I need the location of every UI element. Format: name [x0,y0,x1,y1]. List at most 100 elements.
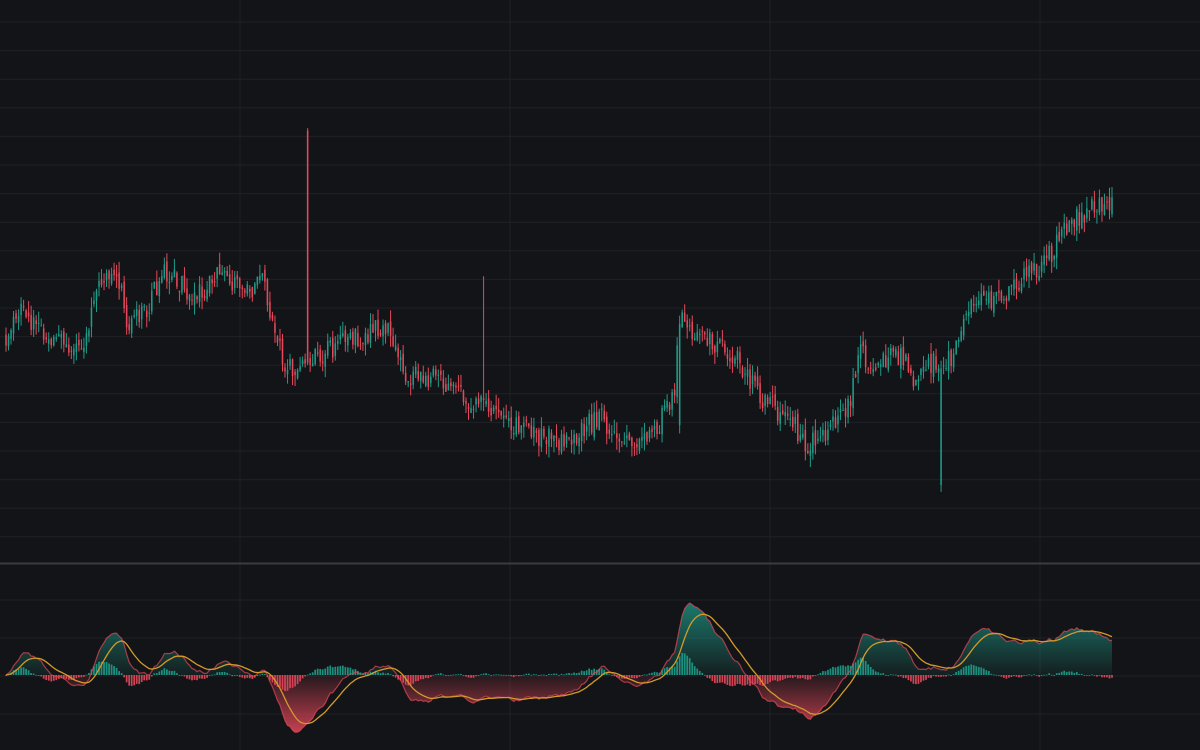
candle-body [437,375,440,377]
candle-body [751,375,754,385]
candle-body [807,450,809,454]
candle-body [998,290,1000,293]
candle-body [246,284,249,294]
macd-histogram-bar [1020,675,1023,678]
macd-histogram-bar [706,675,709,678]
macd-histogram-bar [1003,675,1005,678]
candle-body [797,413,799,442]
macd-histogram-bar [439,673,442,675]
macd-histogram-bar [309,673,312,675]
macd-histogram-bar [739,675,741,685]
macd-histogram-bar [434,674,437,675]
candle-body [593,412,595,438]
candle-body [135,309,138,316]
candle-body [769,397,771,404]
candle-body [1073,219,1076,227]
candle-body [671,392,673,410]
candle-body [1096,211,1098,213]
candle-body [839,409,842,413]
candle-body [52,336,55,346]
candle-body [100,279,103,285]
candle-body [115,274,118,277]
macd-histogram-bar [827,669,829,675]
candle-body [688,325,691,327]
candle-body [269,301,271,318]
candle-body [1020,283,1023,292]
macd-histogram-bar [703,674,706,676]
candle-body [1088,210,1091,212]
candle-body [213,281,216,283]
candle-body [590,414,593,433]
candle-body [890,348,892,356]
candle-body [683,312,686,322]
candle-body [166,261,168,282]
macd-histogram-bar [1035,675,1038,676]
candle-body [766,397,769,405]
macd-histogram-bar [902,675,905,679]
macd-histogram-bar [713,675,716,684]
candle-body [952,353,955,368]
candle-body [223,271,226,273]
candle-body [140,306,143,320]
macd-histogram-bar [198,675,201,679]
macd-histogram-bar [935,675,937,677]
candle-body [731,357,734,363]
candle-body [171,276,173,280]
trading-chart[interactable] [0,0,1200,750]
candle-body [977,300,980,306]
candle-body [1076,208,1078,231]
candle-body [304,359,306,364]
candle-body [1048,245,1050,260]
candle-body [646,431,648,442]
candle-body [761,402,764,409]
macd-histogram-bar [887,675,890,676]
candle-body [643,433,646,440]
candle-body [143,305,146,307]
candle-body [874,367,877,370]
candle-body [88,330,90,337]
macd-histogram-bar [824,671,827,675]
candle-body [108,270,110,280]
candle-body [128,324,130,331]
candle-body [384,323,387,335]
candle-body [125,305,128,328]
candle-body [937,368,940,373]
candle-body [271,314,274,320]
candle-body [1050,245,1053,262]
candle-body [507,418,510,422]
candle-body [216,267,218,279]
macd-histogram-bar [233,675,236,676]
macd-histogram-bar [336,666,339,675]
price-pane[interactable] [5,128,1113,492]
candle-body [967,311,970,317]
candle-body [525,419,528,422]
candle-body [560,434,563,453]
macd-histogram-bar [1005,675,1008,679]
candle-body [1000,291,1003,301]
candle-body [181,275,183,293]
candle-body [63,331,65,345]
candle-body [1065,223,1068,235]
candle-body [236,275,239,279]
candle-body [812,432,814,454]
macd-histogram-bar [143,675,146,681]
candle-body [477,398,480,405]
macd-pane[interactable] [5,602,1113,733]
candle-body [824,430,827,441]
candle-body [452,384,455,387]
candle-body [1098,197,1101,213]
candle-body [575,434,578,444]
candle-body [724,343,726,353]
candle-body [492,407,495,412]
candle-body [628,433,631,441]
candle-body [666,400,668,408]
candle-body [447,383,450,390]
macd-histogram-bar [1106,675,1108,678]
candle-body [1053,256,1055,260]
macd-histogram-bar [945,675,947,677]
candle-body [932,353,935,377]
candle-body [1045,255,1048,258]
macd-histogram-bar [744,675,746,686]
candle-body [942,365,945,367]
candle-body [872,369,874,373]
